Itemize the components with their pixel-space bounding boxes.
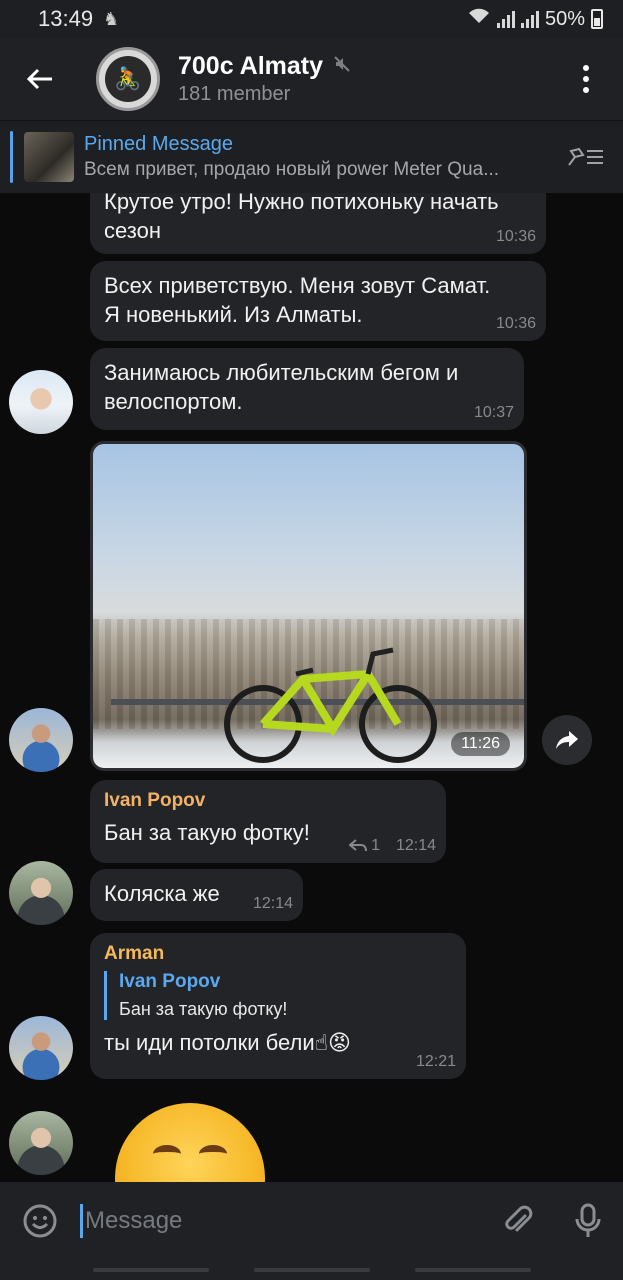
message-bubble[interactable]: Занимаюсь любительским бегом и велоспорт… [90,348,524,430]
chat-title-block[interactable]: 700c Almaty 181 member [178,52,351,106]
sender-name: Arman [104,943,165,964]
cyclist-logo-icon: 🚴 [105,56,151,102]
reply-count-value: 1 [371,837,380,854]
signal-icon-2 [520,10,539,28]
status-right: 50% [467,7,603,31]
message-text: ты иди потолки бели☝😡 [104,1030,351,1055]
reply-quote-name: Ivan Popov [119,971,221,992]
member-count: 181 member [178,83,291,105]
pinned-message-bar[interactable]: Pinned Message Всем привет, продаю новый… [0,120,623,193]
group-avatar[interactable]: 🚴 [96,47,160,111]
status-bar: 13:49 ♞ 50% [0,0,623,38]
message-bubble[interactable]: Крутое утро! Нужно потихоньку начать сез… [90,193,546,254]
reply-icon [349,839,368,852]
photo-message[interactable]: 11:26 [90,441,527,771]
avatar[interactable] [9,861,73,925]
chat-title: 700c Almaty [178,52,323,80]
chat-header: 🚴 700c Almaty 181 member [0,38,623,120]
photo-time: 11:26 [451,732,510,756]
back-arrow-icon [26,68,52,90]
message-bubble[interactable]: Ivan Popov Бан за такую фотку! 12:14 1 [90,780,446,863]
message-time: 10:36 [495,315,536,332]
notification-icon: ♞ [103,8,120,29]
wifi-icon [467,7,491,31]
unpin-button[interactable] [565,137,605,177]
share-button[interactable] [542,715,592,765]
status-time: 13:49 [38,6,94,31]
more-vert-icon [583,65,589,93]
attach-icon [505,1205,533,1232]
smile-emoji-sticker[interactable] [115,1103,265,1182]
message-input[interactable] [83,1207,483,1235]
message-text: Всех приветствую. Меня зовут Самат. Я но… [104,273,491,327]
avatar[interactable] [9,1111,73,1175]
reply-quote-text: Бан за такую фотку! [119,999,288,1019]
message-composer [0,1182,623,1260]
message-text: Бан за такую фотку! [104,820,310,845]
sender-name: Ivan Popov [104,790,206,811]
avatar[interactable] [9,708,73,772]
share-icon [556,731,578,749]
system-nav-bar [0,1260,623,1280]
message-bubble[interactable]: Всех приветствую. Меня зовут Самат. Я но… [90,261,546,341]
pinned-indicator [10,131,13,183]
message-time: 10:36 [495,228,536,245]
pinned-thumbnail [24,132,74,182]
mic-icon [575,1203,601,1237]
message-bubble[interactable]: Коляска же 12:14 [90,869,303,921]
pinned-title: Pinned Message [84,133,233,155]
battery-percent: 50% [544,7,585,30]
message-time: 10:37 [473,404,514,421]
mic-button[interactable] [553,1203,623,1239]
pinned-text: Всем привет, продаю новый power Meter Qu… [84,159,500,180]
reply-quote[interactable]: Ivan Popov Бан за такую фотку! [104,971,452,1020]
back-button[interactable] [0,38,80,120]
message-time: 12:21 [415,1053,456,1070]
emoji-button[interactable] [0,1203,80,1239]
message-text: Занимаюсь любительским бегом и велоспорт… [104,360,459,414]
bicycle-image [224,647,437,763]
reply-count[interactable]: 1 [349,837,380,855]
message-time: 12:14 [252,895,293,912]
message-list[interactable]: Крутое утро! Нужно потихоньку начать сез… [0,193,623,1182]
battery-icon [591,9,603,29]
unpin-icon [568,147,603,166]
message-bubble[interactable]: Arman Ivan Popov Бан за такую фотку! ты … [90,933,466,1079]
mute-icon [333,55,351,78]
avatar[interactable] [9,370,73,434]
attach-button[interactable] [483,1204,553,1238]
more-menu-button[interactable] [549,38,623,120]
emoji-icon [23,1204,57,1238]
avatar[interactable] [9,1016,73,1080]
message-time: 12:14 [395,837,436,854]
message-text: Крутое утро! Нужно потихоньку начать сез… [104,193,499,243]
signal-icon [496,10,515,28]
